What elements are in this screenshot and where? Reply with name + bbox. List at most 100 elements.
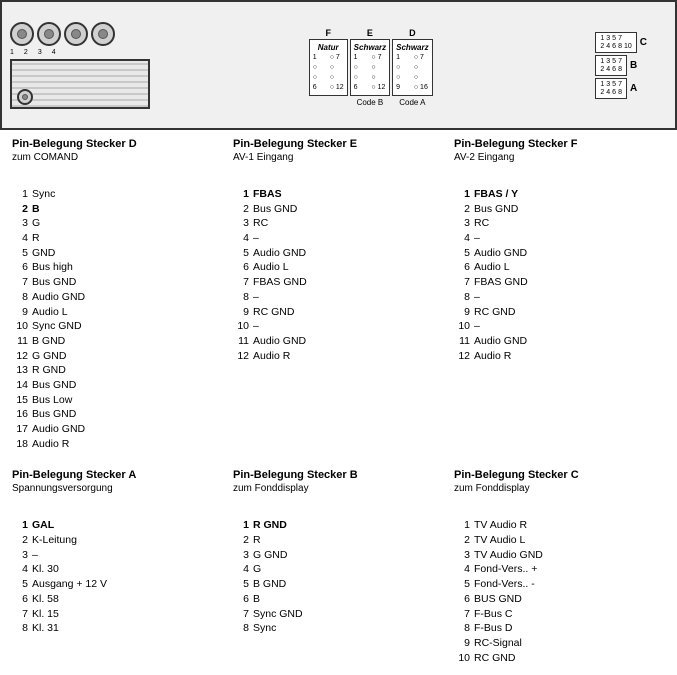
a-pin-7: 7Kl. 15 <box>12 607 223 622</box>
stecker-d-subtitle: zum COMAND <box>12 152 223 163</box>
f-pin-10: 10– <box>454 319 665 334</box>
f-pin-7: 7FBAS GND <box>454 275 665 290</box>
e-pin-11: 11Audio GND <box>233 334 444 349</box>
circle-connector-2 <box>37 22 61 46</box>
stecker-d-section: Pin-Belegung Stecker D zum COMAND <box>12 138 223 167</box>
c-pin-5: 5Fond-Vers.. - <box>454 577 665 592</box>
d-pin-2: 2B <box>12 202 223 217</box>
d-pin-9: 9Audio L <box>12 305 223 320</box>
stecker-b-section: Pin-Belegung Stecker B zum Fonddisplay <box>233 469 444 498</box>
connector-a-row: 1357 2468 A <box>595 78 647 99</box>
f-pin-6: 6Audio L <box>454 260 665 275</box>
f-pin-9: 9RC GND <box>454 305 665 320</box>
connector-d-label: D <box>409 28 416 38</box>
f-pin-11: 11Audio GND <box>454 334 665 349</box>
stecker-d-pins: 1Sync 2B 3G 4R 5GND 6Bus high 7Bus GND 8… <box>12 187 223 451</box>
d-pin-5: 5GND <box>12 246 223 261</box>
circuit-board <box>10 59 150 109</box>
d-pin-15: 15Bus Low <box>12 393 223 408</box>
stecker-e-title: Pin-Belegung Stecker E <box>233 138 444 150</box>
e-pin-7: 7FBAS GND <box>233 275 444 290</box>
b-pin-1: 1R GND <box>233 518 444 533</box>
e-pin-8: 8– <box>233 290 444 305</box>
c-pin-1: 1TV Audio R <box>454 518 665 533</box>
e-pin-6: 6Audio L <box>233 260 444 275</box>
f-pin-5: 5Audio GND <box>454 246 665 261</box>
b-pin-4: 4G <box>233 562 444 577</box>
connector-e-block: E Schwarz 1○ 7 ○○ ○○ 6○ 12 Code B <box>350 28 390 108</box>
connector-d-block: D Schwarz 1○ 7 ○○ ○○ 9○ 16 Code A <box>392 28 432 108</box>
d-pin-4: 4R <box>12 231 223 246</box>
a-pin-5: 5Ausgang + 12 V <box>12 577 223 592</box>
stecker-f-subtitle: AV-2 Eingang <box>454 152 665 163</box>
b-pin-2: 2R <box>233 533 444 548</box>
connector-num-4: 4 <box>52 49 56 56</box>
connector-d-code: Code A <box>399 98 425 107</box>
stecker-e-section: Pin-Belegung Stecker E AV-1 Eingang <box>233 138 444 167</box>
a-pin-4: 4Kl. 30 <box>12 562 223 577</box>
connector-b-row: 1357 2468 B <box>595 55 647 76</box>
f-pin-1: 1FBAS / Y <box>454 187 665 202</box>
spacer <box>0 451 677 469</box>
stecker-a-section: Pin-Belegung Stecker A Spannungsversorgu… <box>12 469 223 498</box>
connector-num-2: 2 <box>24 49 28 56</box>
stecker-b-pins: 1R GND 2R 3G GND 4G 5B GND 6B 7Sync GND … <box>233 518 444 665</box>
connector-e-grid: Schwarz 1○ 7 ○○ ○○ 6○ 12 <box>350 39 390 97</box>
label-c: C <box>640 37 647 48</box>
stecker-e-subtitle: AV-1 Eingang <box>233 152 444 163</box>
wiring-diagram: 1 2 3 4 F Natur 1○ 7 ○○ ○○ 6○ 12 <box>0 0 677 130</box>
d-pin-8: 8Audio GND <box>12 290 223 305</box>
stecker-f-title: Pin-Belegung Stecker F <box>454 138 665 150</box>
stecker-d-title: Pin-Belegung Stecker D <box>12 138 223 150</box>
a-pin-3: 3– <box>12 548 223 563</box>
stecker-c-title: Pin-Belegung Stecker C <box>454 469 665 481</box>
d-pin-11: 11B GND <box>12 334 223 349</box>
center-connectors: F Natur 1○ 7 ○○ ○○ 6○ 12 E Schwarz 1○ 7 … <box>309 28 437 108</box>
e-pin-9: 9RC GND <box>233 305 444 320</box>
circle-connector-3 <box>64 22 88 46</box>
e-pin-5: 5Audio GND <box>233 246 444 261</box>
connector-f-label: F <box>325 28 331 38</box>
c-pin-10: 10RC GND <box>454 651 665 666</box>
e-pin-3: 3RC <box>233 216 444 231</box>
stecker-b-subtitle: zum Fonddisplay <box>233 483 444 494</box>
f-pin-4: 4– <box>454 231 665 246</box>
connector-c-row: 1357 246810 C <box>595 32 647 53</box>
pin-tables-bottom: Pin-Belegung Stecker A Spannungsversorgu… <box>0 469 677 518</box>
connector-d-grid: Schwarz 1○ 7 ○○ ○○ 9○ 16 <box>392 39 432 97</box>
connector-e-label: E <box>367 28 373 38</box>
stecker-a-subtitle: Spannungsversorgung <box>12 483 223 494</box>
b-pin-6: 6B <box>233 592 444 607</box>
connector-num-3: 3 <box>38 49 42 56</box>
c-pin-9: 9RC-Signal <box>454 636 665 651</box>
e-pin-1: 1FBAS <box>233 187 444 202</box>
e-pin-4: 4– <box>233 231 444 246</box>
f-pin-12: 12Audio R <box>454 349 665 364</box>
d-pin-6: 6Bus high <box>12 260 223 275</box>
stecker-a-pins: 1GAL 2K-Leitung 3– 4Kl. 30 5Ausgang + 12… <box>12 518 223 665</box>
label-b: B <box>630 60 637 71</box>
d-pin-1: 1Sync <box>12 187 223 202</box>
stecker-c-section: Pin-Belegung Stecker C zum Fonddisplay <box>454 469 665 498</box>
label-a: A <box>630 83 637 94</box>
b-pin-7: 7Sync GND <box>233 607 444 622</box>
d-pin-12: 12G GND <box>12 349 223 364</box>
b-pin-3: 3G GND <box>233 548 444 563</box>
c-pin-8: 8F-Bus D <box>454 621 665 636</box>
diagram-left-side: 1 2 3 4 <box>10 22 150 109</box>
stecker-f-section: Pin-Belegung Stecker F AV-2 Eingang <box>454 138 665 167</box>
a-pin-2: 2K-Leitung <box>12 533 223 548</box>
c-pin-7: 7F-Bus C <box>454 607 665 622</box>
f-pin-3: 3RC <box>454 216 665 231</box>
stecker-c-pins: 1TV Audio R 2TV Audio L 3TV Audio GND 4F… <box>454 518 665 665</box>
pin-data-bottom: 1GAL 2K-Leitung 3– 4Kl. 30 5Ausgang + 12… <box>0 518 677 675</box>
stecker-c-subtitle: zum Fonddisplay <box>454 483 665 494</box>
circle-connector-1 <box>10 22 34 46</box>
pin-tables-top: Pin-Belegung Stecker D zum COMAND Pin-Be… <box>0 130 677 187</box>
d-pin-17: 17Audio GND <box>12 422 223 437</box>
connector-num-1: 1 <box>10 49 14 56</box>
a-pin-1: 1GAL <box>12 518 223 533</box>
e-pin-10: 10– <box>233 319 444 334</box>
connector-f-block: F Natur 1○ 7 ○○ ○○ 6○ 12 <box>309 28 348 97</box>
e-pin-2: 2Bus GND <box>233 202 444 217</box>
